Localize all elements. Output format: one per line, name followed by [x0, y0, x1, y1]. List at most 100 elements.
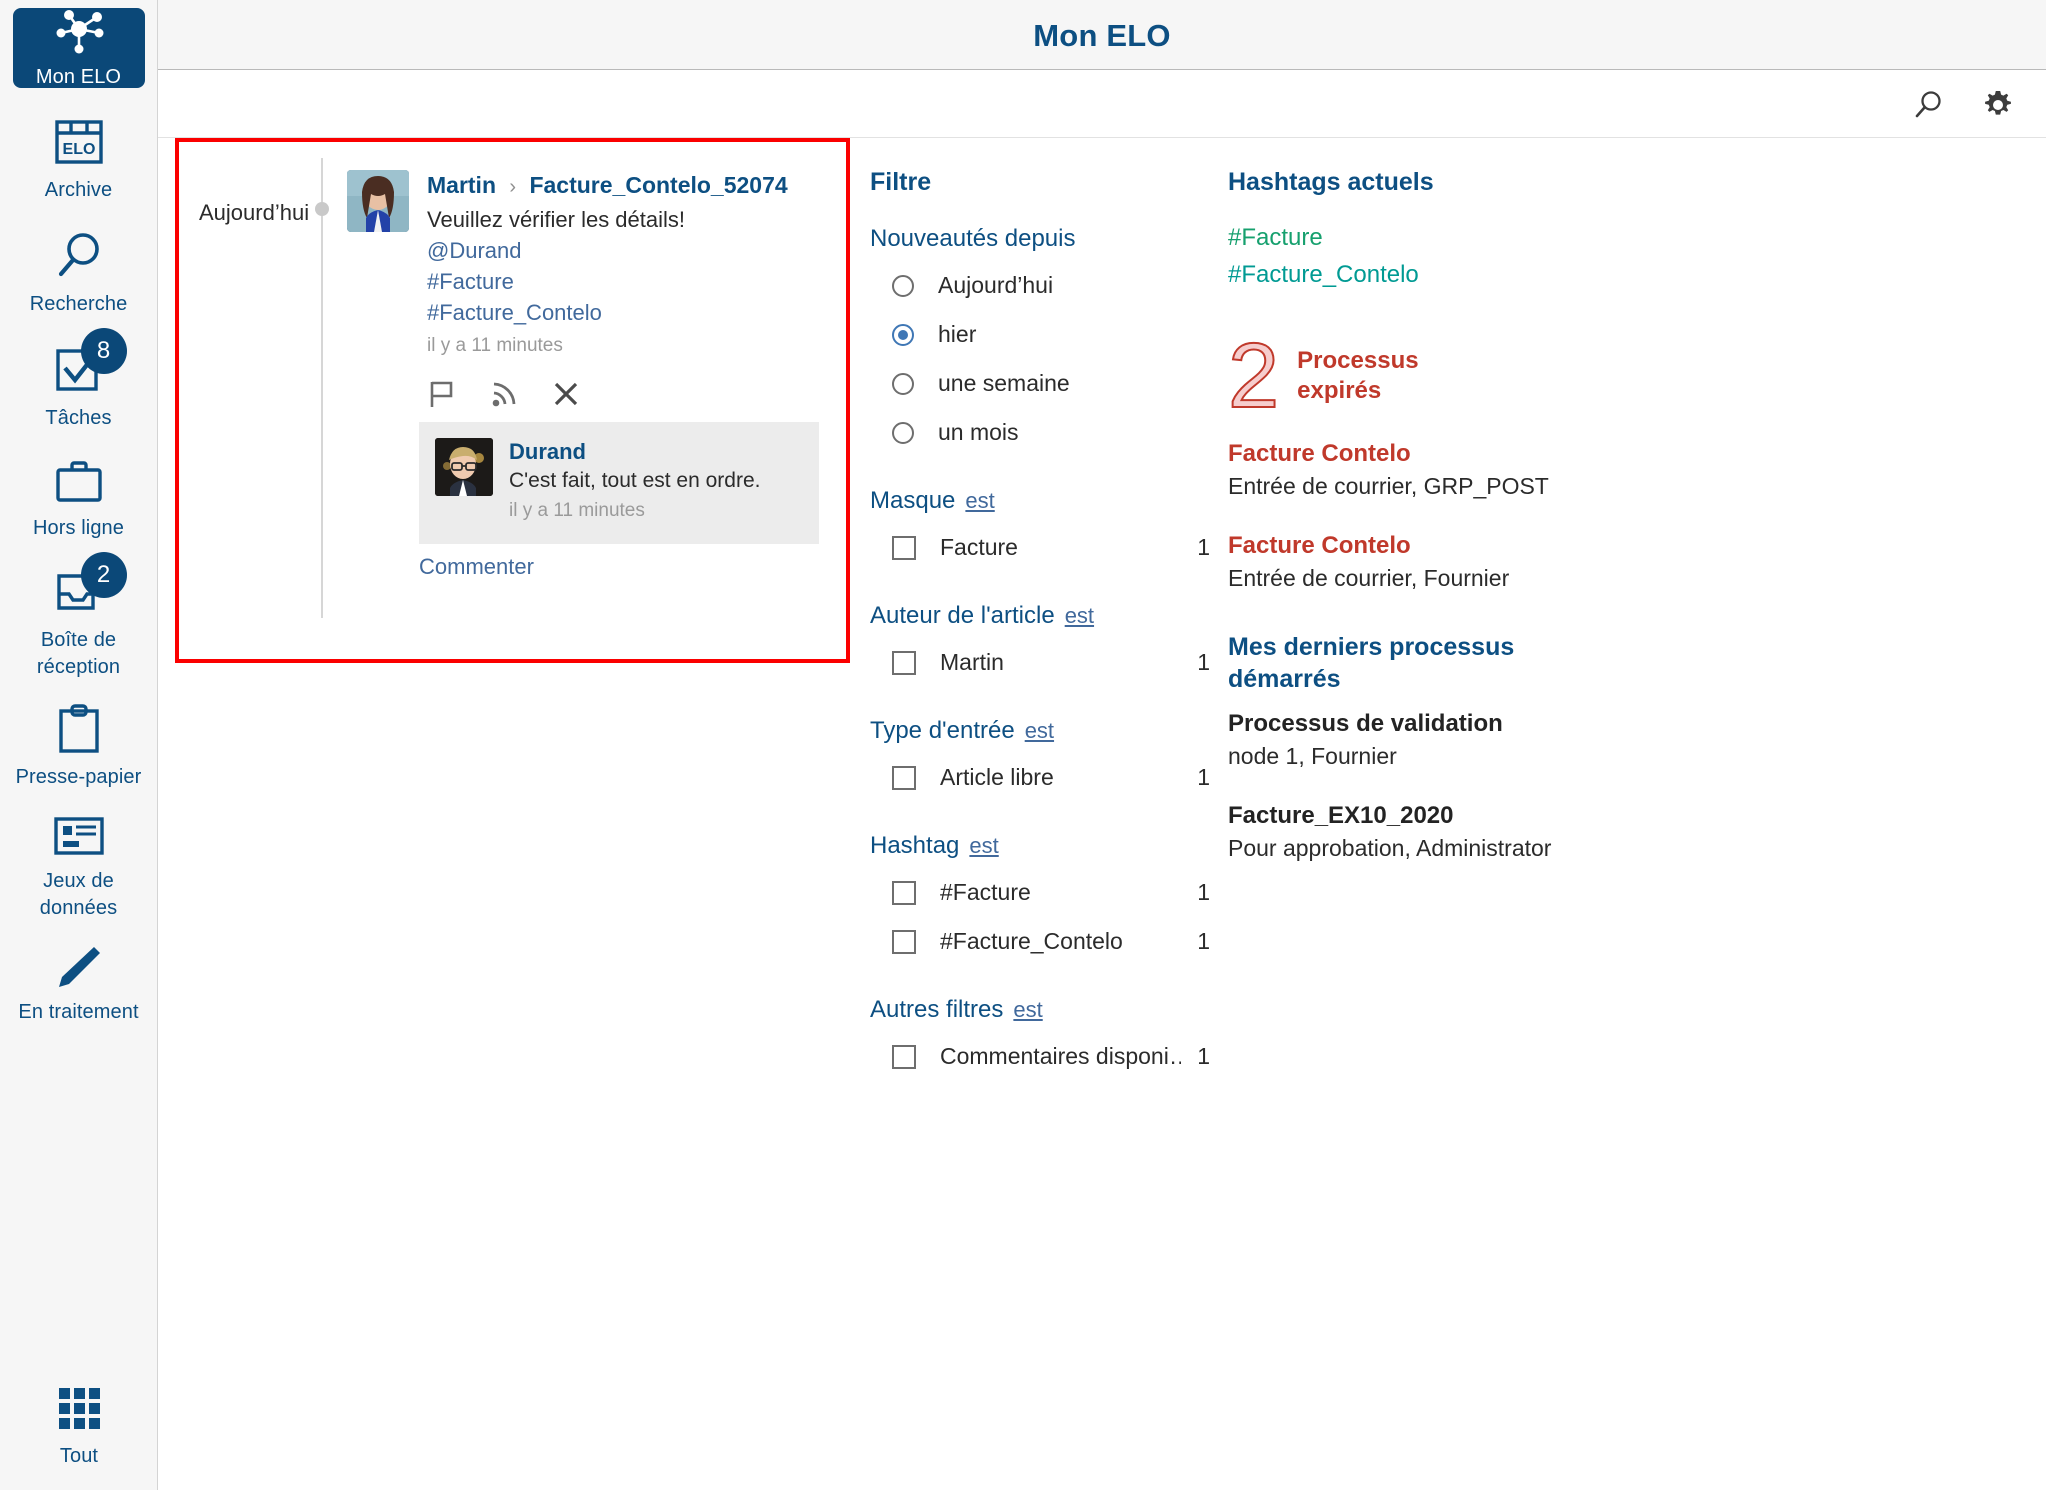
- filter-group-type-entree: Type d'entrée est Article libre 1: [870, 717, 1210, 802]
- checkbox-martin[interactable]: [892, 650, 916, 675]
- sidebar-item-boite-de-reception[interactable]: 2 Boîte de réception: [13, 552, 145, 681]
- checkbox-commentaires-disponibles[interactable]: [892, 1044, 916, 1069]
- filter-group-title: Autres filtres est: [870, 996, 1210, 1024]
- filter-option[interactable]: Martin 1: [870, 638, 1210, 687]
- expired-item-name[interactable]: Facture Contelo: [1228, 437, 1658, 470]
- radio-un-mois[interactable]: [892, 421, 914, 444]
- avatar: [435, 438, 493, 496]
- filter-group-label: Auteur de l'article: [870, 602, 1055, 629]
- filter-operator-link[interactable]: est: [1013, 997, 1042, 1022]
- checkbox-hashtag-facture-contelo[interactable]: [892, 929, 916, 954]
- sidebar-item-jeux-de-donnees[interactable]: Jeux de données: [13, 815, 145, 922]
- filter-group-label: Autres filtres: [870, 996, 1004, 1023]
- filter-title: Filtre: [870, 168, 932, 196]
- avatar: [347, 170, 409, 232]
- close-icon[interactable]: [553, 381, 579, 407]
- filter-option[interactable]: Commentaires disponi… 1: [870, 1032, 1210, 1081]
- post-author[interactable]: Martin: [427, 172, 496, 198]
- filter-group-autres: Autres filtres est Commentaires disponi… …: [870, 996, 1210, 1081]
- post-mention[interactable]: @Durand: [427, 235, 817, 266]
- filter-option[interactable]: Aujourd’hui: [870, 261, 1210, 310]
- expired-label: Processus expirés: [1297, 346, 1418, 406]
- started-processes-title: Mes derniers processus démarrés: [1228, 631, 1658, 695]
- filter-option[interactable]: hier: [870, 310, 1210, 359]
- started-item-name[interactable]: Processus de validation: [1228, 707, 1658, 740]
- data-record-icon: [52, 815, 106, 862]
- expired-item-sub: Entrée de courrier, GRP_POST: [1228, 473, 1549, 499]
- filter-option-label: hier: [938, 321, 977, 347]
- checkbox-facture[interactable]: [892, 535, 916, 560]
- filter-option[interactable]: un mois: [870, 408, 1210, 457]
- filter-option[interactable]: #Facture_Contelo 1: [870, 917, 1210, 966]
- sidebar-item-label: Mon ELO: [35, 66, 122, 88]
- hashtags-title: Hashtags actuels: [1228, 168, 1434, 196]
- hashtag-facture-contelo[interactable]: #Facture_Contelo: [1228, 256, 1658, 293]
- toolbar-actions: [1906, 83, 2020, 127]
- filter-option[interactable]: #Facture 1: [870, 868, 1210, 917]
- filter-operator-link[interactable]: est: [969, 833, 998, 858]
- search-icon[interactable]: [1906, 83, 1950, 127]
- radio-hier[interactable]: [892, 323, 914, 346]
- radio-une-semaine[interactable]: [892, 372, 914, 395]
- comment-author[interactable]: Durand: [509, 438, 801, 466]
- filter-option-label: #Facture_Contelo: [940, 928, 1123, 954]
- sidebar-item-presse-papier[interactable]: Presse-papier: [13, 703, 145, 789]
- filter-option-count: 1: [1197, 1043, 1210, 1069]
- feed-subscribe-icon[interactable]: [491, 381, 517, 407]
- filter-option-count: 1: [1197, 649, 1210, 675]
- checkbox-task-icon: 8: [53, 328, 127, 401]
- post-content: Martin › Facture_Contelo_52074 Veuillez …: [427, 170, 817, 407]
- filter-option-label: #Facture: [940, 879, 1031, 905]
- comment-text: C'est fait, tout est en ordre.: [509, 469, 761, 492]
- filter-group-title: Auteur de l'article est: [870, 602, 1210, 630]
- sidebar-item-recherche[interactable]: Recherche: [13, 230, 145, 316]
- filter-operator-link[interactable]: est: [1025, 718, 1054, 743]
- filter-option-label: Aujourd’hui: [938, 272, 1054, 298]
- post-hashtag-facture[interactable]: #Facture: [427, 266, 817, 297]
- filter-option[interactable]: Facture 1: [870, 523, 1210, 572]
- sidebar-item-mon-elo[interactable]: Mon ELO: [12, 8, 145, 88]
- filter-operator-link[interactable]: est: [1065, 603, 1094, 628]
- radio-aujourdhui[interactable]: [892, 274, 914, 297]
- comment-card: Durand C'est fait, tout est en ordre. il…: [419, 422, 819, 544]
- sidebar-item-tout[interactable]: Tout: [13, 1382, 145, 1468]
- flag-icon[interactable]: [429, 381, 455, 407]
- expired-item-sub: Entrée de courrier, Fournier: [1228, 565, 1510, 591]
- expired-item-name[interactable]: Facture Contelo: [1228, 529, 1658, 562]
- sidebar-item-label: Tout: [59, 1445, 99, 1467]
- post-hashtag-facture-contelo[interactable]: #Facture_Contelo: [427, 297, 817, 328]
- checkbox-article-libre[interactable]: [892, 765, 916, 790]
- started-title-line1: Mes derniers processus: [1228, 633, 1515, 661]
- checkbox-hashtag-facture[interactable]: [892, 880, 916, 905]
- gear-icon[interactable]: [1976, 83, 2020, 127]
- clipboard-icon: [53, 703, 105, 760]
- hashtag-facture[interactable]: #Facture: [1228, 219, 1658, 256]
- filter-operator-link[interactable]: est: [965, 488, 994, 513]
- comment-timestamp: il y a 11 minutes: [509, 500, 645, 521]
- sidebar-item-label: Recherche: [29, 293, 128, 315]
- filter-option-label: Article libre: [940, 764, 1054, 790]
- started-item-name[interactable]: Facture_EX10_2020: [1228, 799, 1658, 832]
- sidebar-item-taches[interactable]: 8 Tâches: [13, 328, 145, 430]
- pencil-icon: [53, 942, 105, 995]
- filter-group-title: Masque est: [870, 487, 1210, 515]
- expired-processes-header: 2 Processus expirés: [1227, 329, 1658, 423]
- comment-link[interactable]: Commenter: [419, 554, 534, 580]
- sidebar-item-archive[interactable]: ELO Archive: [13, 116, 145, 202]
- filter-panel: Filtre Nouveautés depuis Aujourd’hui hie…: [870, 168, 1210, 1081]
- sidebar-item-label: En traitement: [18, 1001, 139, 1023]
- sidebar-item-en-traitement[interactable]: En traitement: [13, 942, 145, 1024]
- filter-group-masque: Masque est Facture 1: [870, 487, 1210, 572]
- top-bar: Mon ELO: [158, 0, 2046, 70]
- timeline-dot: [315, 202, 329, 216]
- sidebar-item-label: Boîte de réception: [36, 629, 121, 678]
- sidebar-item-hors-ligne[interactable]: Hors ligne: [13, 458, 145, 540]
- post-target[interactable]: Facture_Contelo_52074: [529, 172, 787, 198]
- grid-apps-icon: [53, 1382, 105, 1439]
- filter-option-label: Facture: [940, 534, 1018, 560]
- filter-option[interactable]: Article libre 1: [870, 753, 1210, 802]
- post-header: Martin › Facture_Contelo_52074: [427, 170, 817, 202]
- filter-option[interactable]: une semaine: [870, 359, 1210, 408]
- right-panel: Hashtags actuels #Facture #Facture_Conte…: [1227, 168, 1658, 891]
